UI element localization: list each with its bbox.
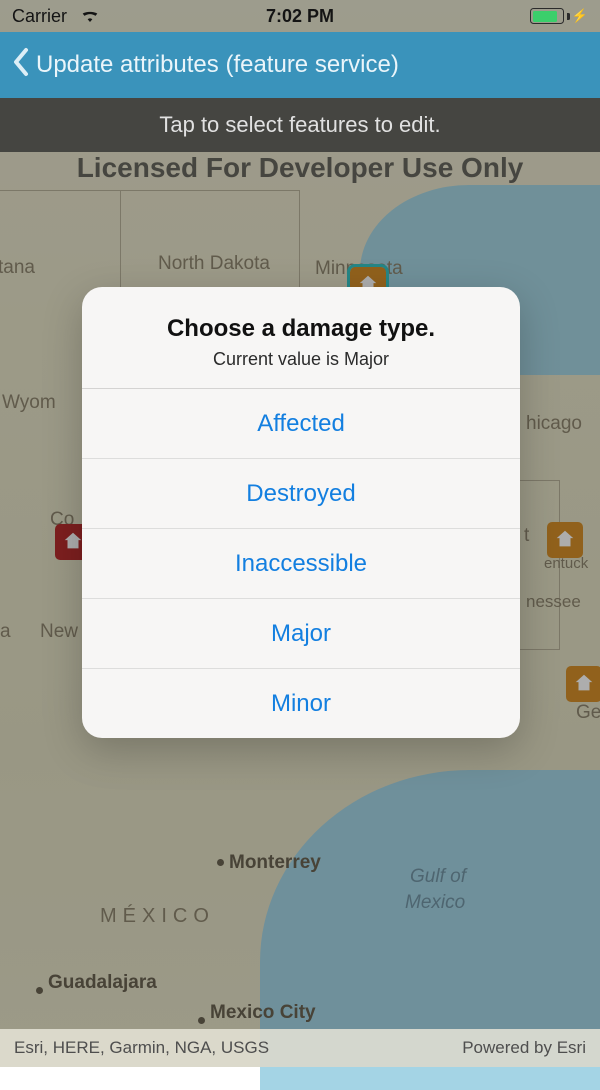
developer-watermark: Licensed For Developer Use Only (0, 152, 600, 184)
page-title: Update attributes (feature service) (36, 51, 399, 79)
damage-type-alert: Choose a damage type. Current value is M… (82, 287, 520, 738)
clock: 7:02 PM (266, 6, 334, 27)
map-attribution-bar: Esri, HERE, Garmin, NGA, USGS Powered by… (0, 1029, 600, 1067)
back-button[interactable] (12, 47, 30, 83)
carrier-text: Carrier (12, 6, 67, 26)
alert-header: Choose a damage type. Current value is M… (82, 287, 520, 388)
status-bar: Carrier 7:02 PM ⚡ (0, 0, 600, 32)
battery-indicator: ⚡ (530, 8, 588, 24)
navigation-bar: Update attributes (feature service) (0, 32, 600, 98)
alert-subtitle: Current value is Major (106, 349, 496, 370)
alert-option-inaccessible[interactable]: Inaccessible (82, 528, 520, 598)
alert-option-minor[interactable]: Minor (82, 668, 520, 738)
alert-option-destroyed[interactable]: Destroyed (82, 458, 520, 528)
alert-option-affected[interactable]: Affected (82, 388, 520, 458)
carrier-label: Carrier (12, 6, 100, 27)
alert-option-major[interactable]: Major (82, 598, 520, 668)
wifi-icon (80, 6, 100, 27)
alert-title: Choose a damage type. (106, 315, 496, 343)
instruction-text: Tap to select features to edit. (159, 112, 440, 138)
charging-icon: ⚡ (572, 8, 588, 24)
attribution-right: Powered by Esri (462, 1038, 586, 1058)
attribution-left: Esri, HERE, Garmin, NGA, USGS (14, 1038, 269, 1058)
instruction-banner: Tap to select features to edit. (0, 98, 600, 152)
